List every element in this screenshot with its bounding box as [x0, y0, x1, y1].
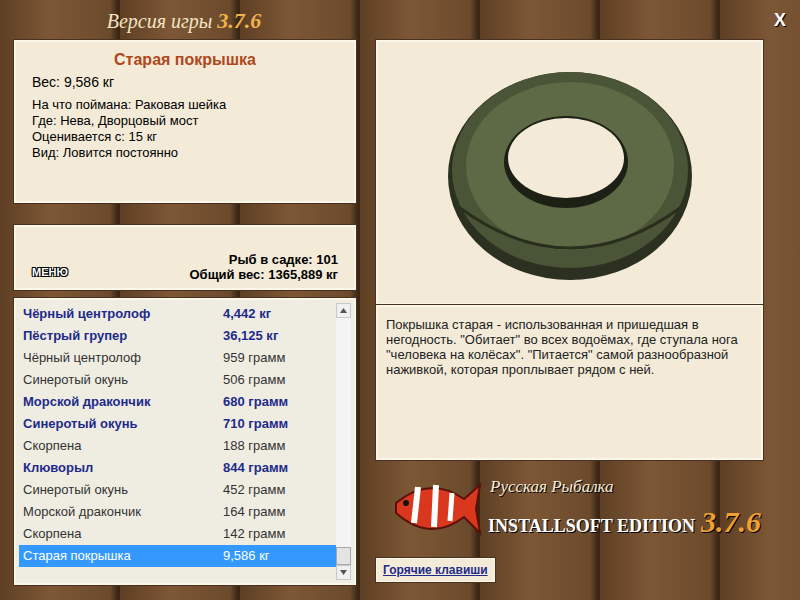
- scroll-up-button[interactable]: [336, 303, 351, 318]
- catch-row[interactable]: Чёрный центролоф959 грамм: [19, 347, 336, 369]
- logo-edition: INSTALLSOFT EDITION: [488, 513, 695, 540]
- item-detail: На что поймана: Раковая шейка: [32, 97, 338, 113]
- catch-list: Чёрный центролоф4,442 кгПёстрый групер36…: [14, 298, 356, 585]
- item-info-panel: Старая покрышкаВес: 9,586 кг На что пойма…: [14, 40, 356, 203]
- menu-button[interactable]: МЕНЮ: [32, 264, 68, 281]
- catch-row[interactable]: Клюворыл844 грамм: [19, 457, 336, 479]
- catch-row[interactable]: Скорпена142 грамм: [19, 523, 336, 545]
- close-button[interactable]: X: [774, 11, 786, 29]
- title-bar: Версия игры 3.7.6 X: [0, 0, 800, 40]
- hotkeys-button[interactable]: Горячие клавиши: [376, 558, 495, 582]
- arrow-up-icon: [340, 308, 347, 313]
- tire-icon: [440, 58, 700, 288]
- catch-row[interactable]: Морской дракончик680 грамм: [19, 391, 336, 413]
- item-description: Покрышка старая - использованная и прише…: [386, 317, 753, 377]
- stats-panel: МЕНЮ Рыб в садке: 101Общий вес: 1365,889 …: [14, 225, 356, 290]
- fish-logo-icon: [390, 473, 482, 545]
- logo-version: 3.7.6: [701, 499, 761, 544]
- game-window: Версия игры 3.7.6 X Старая покрышкаВес: 9,…: [0, 0, 800, 600]
- item-image-panel: [376, 40, 763, 305]
- fish-count: Рыб в садке: 101: [189, 252, 338, 267]
- item-detail: Оценивается с: 15 кг: [32, 129, 338, 145]
- scroll-thumb[interactable]: [336, 547, 351, 565]
- catch-row[interactable]: Синеротый окунь452 грамм: [19, 479, 336, 501]
- catch-row[interactable]: Скорпена188 грамм: [19, 435, 336, 457]
- game-logo: Русская Рыбалка INSTALLSOFT EDITION3.7.6: [376, 460, 763, 558]
- item-detail: Где: Нева, Дворцовый мост: [32, 113, 338, 129]
- logo-title: Русская Рыбалка: [488, 474, 761, 500]
- catch-row[interactable]: Старая покрышка9,586 кг: [19, 545, 336, 567]
- catch-row[interactable]: Синеротый окунь710 грамм: [19, 413, 336, 435]
- total-weight: Общий вес: 1365,889 кг: [189, 267, 338, 282]
- item-weight: Вес: 9,586 кг: [32, 72, 338, 93]
- catch-row[interactable]: Чёрный центролоф4,442 кг: [19, 303, 336, 325]
- catch-row[interactable]: Синеротый окунь506 грамм: [19, 369, 336, 391]
- catch-row[interactable]: Пёстрый групер36,125 кг: [19, 325, 336, 347]
- scrollbar[interactable]: [336, 303, 351, 580]
- arrow-down-icon: [340, 570, 347, 575]
- catch-row[interactable]: Морской дракончик164 грамм: [19, 501, 336, 523]
- scroll-down-button[interactable]: [336, 565, 351, 580]
- item-detail: Вид: Ловится постоянно: [32, 145, 338, 161]
- window-title: Версия игры 3.7.6: [107, 4, 262, 37]
- description-panel: Покрышка старая - использованная и прише…: [376, 305, 763, 460]
- item-name: Старая покрышка: [32, 48, 338, 72]
